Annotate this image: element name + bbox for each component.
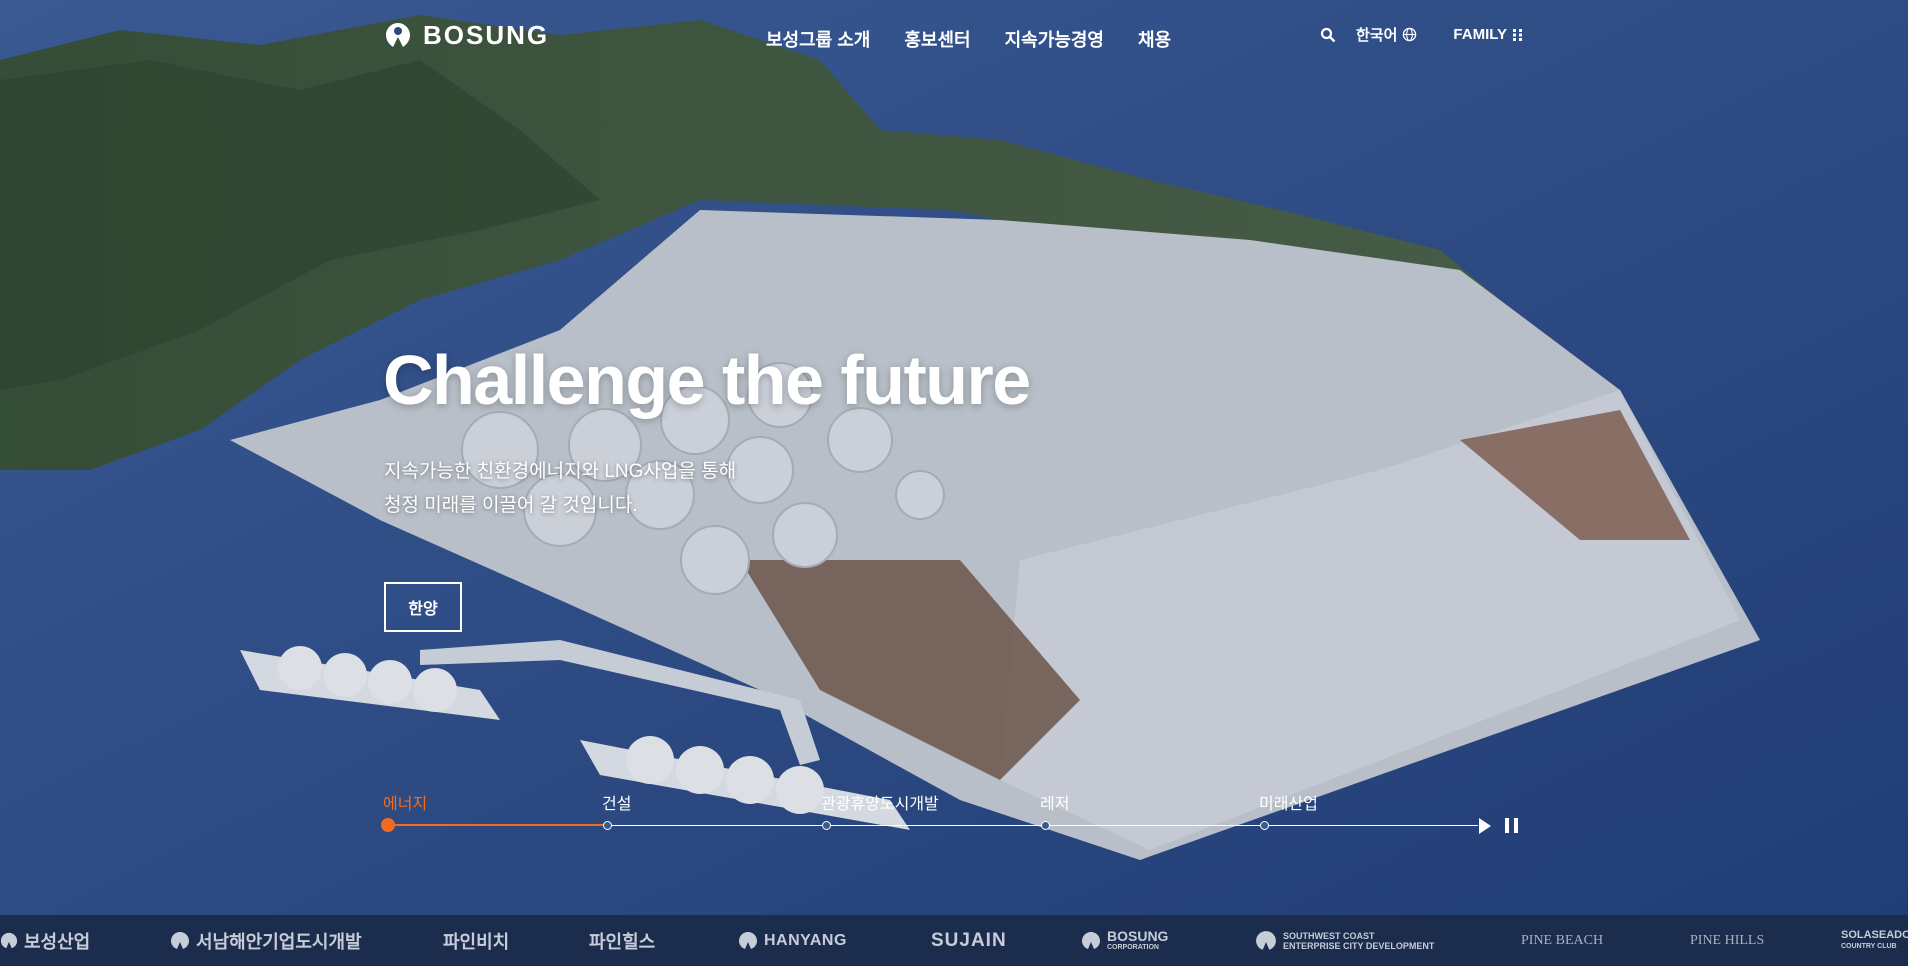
timeline-label-leisure[interactable]: 레저 <box>1040 790 1069 814</box>
timeline-label-energy[interactable]: 에너지 <box>383 790 427 814</box>
timeline-progress <box>388 824 607 826</box>
bosung-symbol-icon <box>1082 931 1100 949</box>
family-site-pine-beach-kr[interactable]: 파인비치 <box>443 915 509 966</box>
family-site-solaseado[interactable]: SOLASEADO COUNTRY CLUB <box>1841 915 1908 966</box>
family-site-sublabel: ENTERPRISE CITY DEVELOPMENT <box>1283 940 1435 951</box>
family-site-bosung-corporation[interactable]: BOSUNG CORPORATION <box>1081 915 1168 966</box>
family-site-label: SOUTHWEST COAST <box>1283 930 1375 941</box>
timeline-next-arrow-icon[interactable] <box>1479 818 1491 834</box>
nav-item-group-intro[interactable]: 보성그룹 소개 <box>766 26 870 52</box>
header-utilities: 한국어 FAMILY <box>1320 24 1524 45</box>
bosung-symbol-icon <box>0 932 18 948</box>
timeline-label-resort-city[interactable]: 관광휴양도시개발 <box>821 790 939 814</box>
timeline-dot-energy[interactable] <box>381 818 395 832</box>
family-site-hanyang[interactable]: HANYANG <box>738 915 847 966</box>
family-site-sublabel: COUNTRY CLUB <box>1841 942 1897 950</box>
family-site-label: 서남해안기업도시개발 <box>196 931 362 952</box>
family-site-label: PINE BEACH <box>1521 932 1604 948</box>
hanyang-symbol-icon <box>739 931 757 949</box>
hero-background: BOSUNG 보성그룹 소개 홍보센터 지속가능경영 채용 한국어 FAMILY… <box>0 0 1908 915</box>
language-label: 한국어 <box>1356 27 1398 44</box>
family-sites-bar: 보성산업 서남해안기업도시개발 파인비치 파인힐스 HANYANG SUJAIN… <box>0 915 1908 966</box>
nav-item-sustainability[interactable]: 지속가능경영 <box>1005 26 1104 52</box>
family-site-label: PINE HILLS <box>1690 932 1765 948</box>
family-site-pine-hills[interactable]: PINE HILLS <box>1690 915 1764 966</box>
family-site-southwest-city[interactable]: 서남해안기업도시개발 <box>170 915 362 966</box>
family-site-label: 보성산업 <box>24 931 91 952</box>
family-site-label: SUJAIN <box>931 929 1007 951</box>
logo-text: BOSUNG <box>423 20 550 50</box>
family-site-pine-hills-kr[interactable]: 파인힐스 <box>589 915 655 966</box>
timeline-dot-future-industry[interactable] <box>1260 821 1269 830</box>
slideshow-pause-icon[interactable] <box>1505 818 1518 833</box>
globe-icon <box>1403 27 1417 42</box>
family-site-bosung-industry[interactable]: 보성산업 <box>0 915 90 966</box>
bosung-logo-icon <box>386 22 410 47</box>
family-label: FAMILY <box>1453 26 1508 43</box>
family-site-pine-beach[interactable]: PINE BEACH <box>1521 915 1603 966</box>
nav-item-pr-center[interactable]: 홍보센터 <box>904 26 970 52</box>
nav-item-recruit[interactable]: 채용 <box>1138 26 1171 52</box>
family-site-label: BOSUNG <box>1107 927 1169 944</box>
lng-terminal-aerial-image <box>0 0 1908 915</box>
family-site-label: HANYANG <box>764 931 847 949</box>
timeline-dot-leisure[interactable] <box>1041 821 1050 830</box>
family-site-button[interactable]: FAMILY <box>1453 26 1524 43</box>
site-header: BOSUNG 보성그룹 소개 홍보센터 지속가능경영 채용 한국어 FAMILY <box>0 0 1908 75</box>
bosung-symbol-icon <box>171 931 189 949</box>
hero-subtitle-line-2: 청정 미래를 이끌어 갈 것입니다. <box>384 495 638 516</box>
timeline-dot-resort-city[interactable] <box>822 821 831 830</box>
timeline-dot-construction[interactable] <box>603 821 612 830</box>
family-site-sujain[interactable]: SUJAIN <box>931 915 1007 966</box>
main-nav: 보성그룹 소개 홍보센터 지속가능경영 채용 <box>766 26 1171 52</box>
family-site-label: 파인힐스 <box>589 931 656 952</box>
family-site-label: SOLASEADO <box>1841 928 1908 941</box>
language-selector[interactable]: 한국어 <box>1356 24 1417 45</box>
bosung-logo[interactable]: BOSUNG <box>383 20 549 51</box>
hero-cta-button[interactable]: 한양 <box>384 582 462 632</box>
timeline-label-construction[interactable]: 건설 <box>602 790 631 814</box>
hero-headline: Challenge the future <box>383 341 1031 419</box>
grid-dots-icon <box>1513 28 1523 41</box>
hero-subtitle-line-1: 지속가능한 친환경에너지와 LNG사업을 통해 <box>384 461 737 482</box>
bosung-symbol-icon <box>1256 930 1276 950</box>
hero-subtitle: 지속가능한 친환경에너지와 LNG사업을 통해 청정 미래를 이끌어 갈 것입니… <box>384 455 736 523</box>
family-site-sublabel: CORPORATION <box>1107 943 1159 951</box>
family-site-southwest-coast[interactable]: SOUTHWEST COAST ENTERPRISE CITY DEVELOPM… <box>1255 915 1434 966</box>
search-icon[interactable] <box>1320 27 1336 43</box>
timeline-label-future-industry[interactable]: 미래산업 <box>1259 790 1318 814</box>
family-site-label: 파인비치 <box>443 931 510 952</box>
